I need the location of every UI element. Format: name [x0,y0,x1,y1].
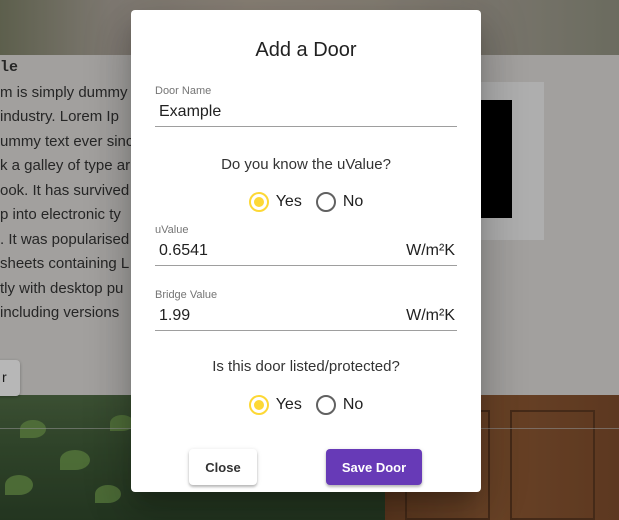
listed-yes-label: Yes [275,396,302,413]
uvalue-label: uValue [155,224,189,236]
listed-question: Is this door listed/protected? [212,358,400,375]
dialog-title: Add a Door [255,39,357,61]
door-name-label: Door Name [155,85,212,97]
add-door-dialog: Add a Door Door Name Do you know the uVa… [131,10,481,492]
bridge-value-underline: W/m²K [155,301,457,331]
uvalue-field: uValue W/m²K [155,224,457,266]
uvalue-yes-radio[interactable]: Yes [248,192,302,212]
uvalue-question: Do you know the uValue? [221,156,391,173]
door-name-underline [155,97,457,127]
listed-no-radio[interactable]: No [315,395,364,415]
radio-unchecked-icon [315,395,336,415]
uvalue-yes-label: Yes [275,193,302,210]
radio-checked-icon [248,395,269,415]
uvalue-input[interactable] [155,241,407,260]
uvalue-no-radio[interactable]: No [315,192,364,212]
close-button[interactable]: Close [189,449,257,485]
radio-checked-icon [248,192,269,212]
uvalue-radio-group: Yes No [131,192,481,212]
uvalue-underline: W/m²K [155,236,457,266]
uvalue-unit: W/m²K [406,241,455,259]
door-name-input[interactable] [155,102,457,121]
door-name-field: Door Name [155,85,457,127]
bridge-value-field: Bridge Value W/m²K [155,289,457,331]
listed-radio-group: Yes No [131,395,481,415]
bridge-value-input[interactable] [155,306,407,325]
save-door-button[interactable]: Save Door [326,449,422,485]
bridge-value-label: Bridge Value [155,289,218,301]
listed-no-label: No [342,396,364,413]
bridge-value-unit: W/m²K [406,306,455,324]
radio-unchecked-icon [315,192,336,212]
uvalue-no-label: No [342,193,364,210]
listed-yes-radio[interactable]: Yes [248,395,302,415]
